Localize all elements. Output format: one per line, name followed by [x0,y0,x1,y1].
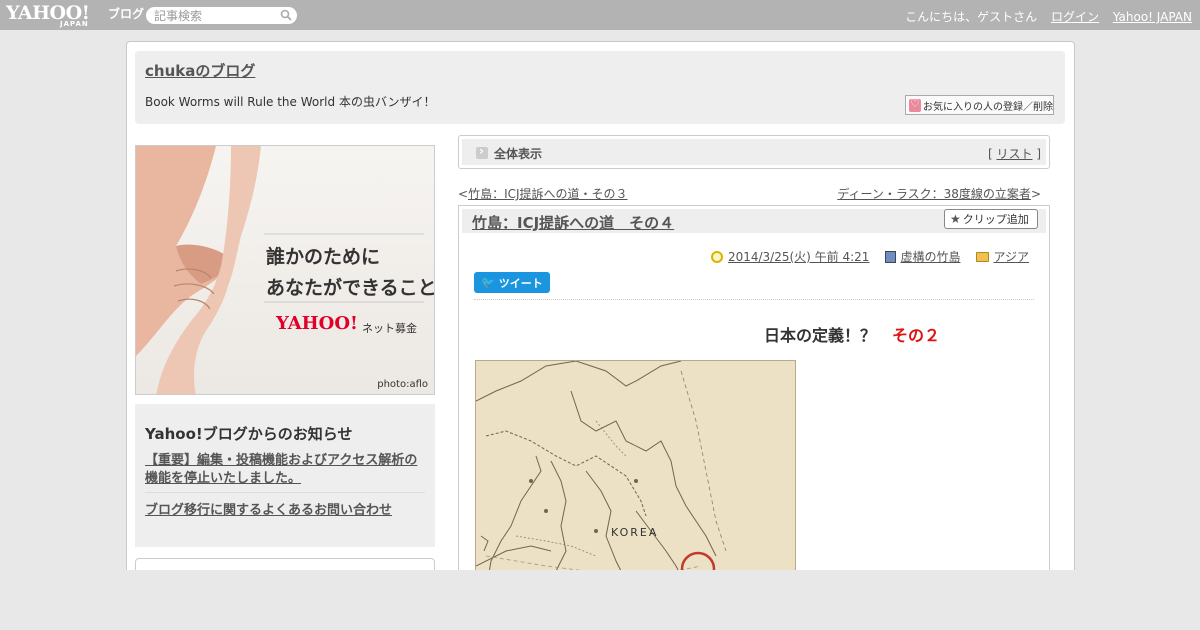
login-link[interactable]: ログイン [1051,10,1099,24]
next-post-link[interactable]: ディーン・ラスク：38度線の立案者 [837,187,1031,201]
post-date[interactable]: 2014/3/25(火) 午前 4:21 [728,248,869,265]
ad-line1: 誰かのために [266,246,381,268]
search-input[interactable] [154,8,278,23]
notice-divider [145,492,425,493]
user-links: こんにちは、ゲストさん ログイン Yahoo! JAPAN [895,8,1192,25]
blog-post: 竹島：ICJ提訴への道 その４ ★ クリップ追加 2014/3/25(火) 午前… [458,205,1050,625]
greeting-text: こんにちは、ゲストさん [905,10,1038,24]
ad-photo-credit: photo:aflo [377,379,428,390]
view-all-bar: 全体表示 [ リスト ] [458,135,1050,169]
notice-heading: Yahoo!ブログからのお知らせ [145,425,353,443]
view-all-label[interactable]: 全体表示 [494,145,542,162]
favorite-register-button[interactable]: お気に入りの人の登録／削除 [905,95,1054,115]
favorite-button-label: お気に入りの人の登録／削除 [923,101,1053,113]
post-category-book[interactable]: 虚構の竹島 [900,248,960,265]
star-icon: ★ [950,212,961,226]
prev-arrow: < [458,187,469,201]
post-title[interactable]: 竹島：ICJ提訴への道 その４ [472,212,674,233]
clock-icon [710,250,723,263]
donation-ad-banner[interactable]: 誰かのために あなたができること YAHOO! ネット募金 photo:aflo [135,145,435,395]
notice-box: Yahoo!ブログからのお知らせ 【重要】編集・投稿機能およびアクセス解析の機能… [135,404,435,547]
notice-item-faq[interactable]: ブログ移行に関するよくあるお問い合わせ [145,499,392,518]
arrow-right-icon [476,144,488,159]
tweet-button[interactable]: 🐦 ツイート [474,272,550,293]
post-meta: 2014/3/25(火) 午前 4:21 虚構の竹島 アジア [710,248,1029,265]
post-category-folder[interactable]: アジア [993,248,1029,265]
heart-icon [909,97,921,112]
ad-yahoo-logo: YAHOO! [276,313,358,334]
post-header: 竹島：ICJ提訴への道 その４ ★ クリップ追加 [462,209,1046,233]
logo-blog: ブログ [108,7,145,21]
clip-button-label: クリップ追加 [962,213,1029,226]
search-box [146,7,297,24]
blog-description: Book Worms will Rule the World 本の虫バンザイ！ [145,95,436,109]
next-arrow: > [1030,187,1041,201]
tweet-label: ツイート [498,276,543,290]
blog-header: chukaのブログ Book Worms will Rule the World… [135,51,1065,124]
twitter-bird-icon: 🐦 [481,276,495,289]
clip-add-button[interactable]: ★ クリップ追加 [944,209,1038,229]
list-bracket-close: ] [1032,147,1041,161]
post-headline-red: その２ [892,326,941,345]
list-link-wrapper: [ リスト ] [988,145,1041,162]
search-icon[interactable] [280,9,292,21]
next-post-nav: ディーン・ラスク：38度線の立案者> [837,185,1041,202]
folder-icon [976,251,990,262]
yahoo-japan-link[interactable]: Yahoo! JAPAN [1113,10,1192,24]
ad-service-name: ネット募金 [362,322,417,335]
prev-post-nav: <竹島：ICJ提訴への道・その３ [458,185,628,202]
blog-title[interactable]: chukaのブログ [145,60,255,81]
prev-post-link[interactable]: 竹島：ICJ提訴への道・その３ [468,187,627,201]
notice-item-important[interactable]: 【重要】編集・投稿機能およびアクセス解析の機能を停止いたしました。 [145,452,430,488]
list-link[interactable]: リスト [996,147,1032,161]
top-bar: YAHOO! JAPAN ブログ こんにちは、ゲストさん ログイン Yahoo!… [0,0,1200,30]
logo-sub: JAPAN [60,20,89,28]
map-label-korea: KOREA [611,526,659,539]
page-bottom-strip [0,570,1200,630]
book-icon [885,250,897,263]
handshake-image [136,146,424,394]
ad-line2: あなたができること [266,277,435,299]
post-headline: 日本の定義！？ [764,326,877,345]
dotted-divider [474,299,1034,300]
